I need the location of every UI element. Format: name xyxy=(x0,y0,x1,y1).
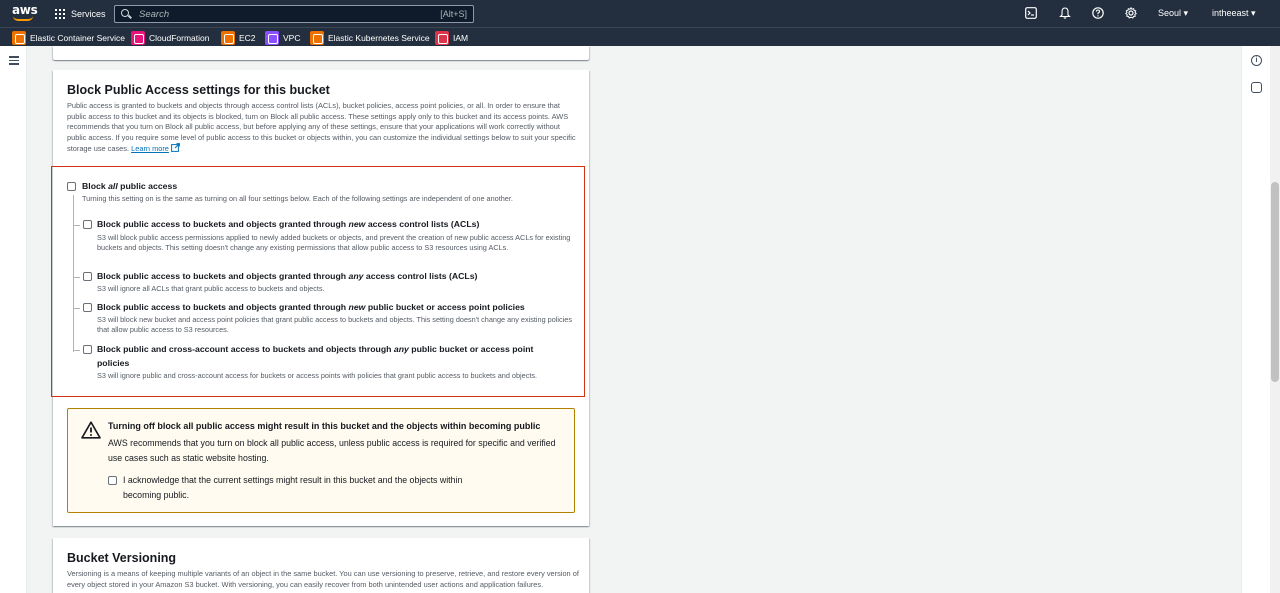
block-all-label: Block all public access xyxy=(82,179,177,193)
section-title: Block Public Access settings for this bu… xyxy=(67,83,330,97)
search-bar[interactable]: [Alt+S] xyxy=(114,5,474,23)
external-link-icon xyxy=(171,143,180,153)
block-all-description: Turning this setting on is the same as t… xyxy=(82,194,513,203)
block-new-policies-description: S3 will block new bucket and access poin… xyxy=(97,315,573,335)
section-description: Public access is granted to buckets and … xyxy=(67,101,577,155)
favorite-label: EC2 xyxy=(239,32,256,43)
favorites-bar: Elastic Container Service CloudFormation… xyxy=(0,27,1280,46)
ec2-icon xyxy=(221,30,235,45)
account-menu[interactable]: intheeast ▾ xyxy=(1212,8,1256,19)
block-any-acls-description: S3 will ignore all ACLs that grant publi… xyxy=(97,284,325,293)
learn-more-link[interactable]: Learn more xyxy=(131,144,169,153)
cloudformation-icon xyxy=(131,30,145,45)
favorite-label: Elastic Kubernetes Service xyxy=(328,32,430,43)
search-shortcut: [Alt+S] xyxy=(440,9,467,19)
warning-title: Turning off block all public access migh… xyxy=(108,421,541,431)
aws-logo[interactable]: aws xyxy=(12,3,38,24)
favorite-label: Elastic Container Service xyxy=(30,32,125,43)
option-title-post: public bucket or access point policies xyxy=(365,302,525,312)
block-new-acls-label: Block public access to buckets and objec… xyxy=(97,217,577,231)
favorite-vpc[interactable]: VPC xyxy=(265,30,300,45)
option-title-em: any xyxy=(393,344,409,354)
option-title-em: new xyxy=(348,302,366,312)
favorite-iam[interactable]: IAM xyxy=(435,30,468,45)
ecs-icon xyxy=(12,30,26,45)
favorite-cloudformation[interactable]: CloudFormation xyxy=(131,30,209,45)
learn-more-label: Learn more xyxy=(131,144,169,154)
acknowledge-label: I acknowledge that the current settings … xyxy=(123,475,463,500)
warning-icon xyxy=(81,421,101,439)
tree-branch xyxy=(73,277,80,278)
block-all-label-post: public access xyxy=(117,181,178,191)
eks-icon xyxy=(310,30,324,45)
block-cross-account-description: S3 will ignore public and cross-account … xyxy=(97,371,538,380)
block-cross-account-label: Block public and cross-account access to… xyxy=(97,342,567,370)
block-all-label-pre: Block xyxy=(82,181,109,191)
block-any-acls-label: Block public access to buckets and objec… xyxy=(97,269,577,283)
block-any-acls-checkbox[interactable] xyxy=(83,272,92,281)
aws-smile-icon xyxy=(13,16,33,21)
bell-icon[interactable] xyxy=(1058,7,1072,21)
search-icon xyxy=(121,9,131,19)
block-new-acls-description: S3 will block public access permissions … xyxy=(97,233,571,253)
help-icon[interactable] xyxy=(1091,7,1105,21)
option-title-post: access control lists (ACLs) xyxy=(363,271,478,281)
previous-section-card xyxy=(53,46,589,60)
option-title-em: new xyxy=(348,219,366,229)
block-new-acls-checkbox[interactable] xyxy=(83,220,92,229)
vpc-icon xyxy=(265,30,279,45)
grid-icon xyxy=(55,9,65,19)
block-all-label-em: all xyxy=(108,181,118,191)
services-menu-button[interactable]: Services xyxy=(55,6,106,22)
favorite-label: CloudFormation xyxy=(149,32,210,43)
favorite-elastic-kubernetes-service[interactable]: Elastic Kubernetes Service xyxy=(310,30,430,45)
block-new-policies-label: Block public access to buckets and objec… xyxy=(97,300,577,314)
tree-branch xyxy=(73,225,80,226)
tree-connector xyxy=(73,195,74,352)
acknowledge-checkbox[interactable] xyxy=(108,476,117,485)
favorite-elastic-container-service[interactable]: Elastic Container Service xyxy=(12,30,125,45)
option-title-pre: Block public access to buckets and objec… xyxy=(97,219,349,229)
favorite-ec2[interactable]: EC2 xyxy=(221,30,256,45)
option-title-pre: Block public and cross-account access to… xyxy=(97,344,394,354)
bucket-versioning-card: Bucket Versioning Versioning is a means … xyxy=(53,538,589,593)
option-title-pre: Block public access to buckets and objec… xyxy=(97,271,349,281)
page-scrollbar[interactable] xyxy=(1270,46,1280,593)
option-title-pre: Block public access to buckets and objec… xyxy=(97,302,349,312)
block-cross-account-checkbox[interactable] xyxy=(83,345,92,354)
tree-branch xyxy=(73,308,80,309)
top-navigation-bar: aws Services [Alt+S] Seoul ▾ intheeast ▾ xyxy=(0,0,1280,27)
option-title-em: any xyxy=(348,271,364,281)
scrollbar-thumb[interactable] xyxy=(1271,182,1279,382)
tree-branch xyxy=(73,350,80,351)
favorite-label: VPC xyxy=(283,32,301,43)
iam-icon xyxy=(435,30,449,45)
hamburger-menu-icon[interactable] xyxy=(9,56,19,65)
warning-alert: Turning off block all public access migh… xyxy=(67,408,575,513)
terminal-icon[interactable] xyxy=(1024,7,1038,21)
aws-logo-text: aws xyxy=(12,3,38,17)
block-new-policies-checkbox[interactable] xyxy=(83,303,92,312)
gear-icon[interactable] xyxy=(1124,6,1138,21)
right-tools-rail: i xyxy=(1241,46,1270,593)
settings-hex-icon[interactable] xyxy=(1251,82,1262,93)
favorite-label: IAM xyxy=(453,32,469,43)
region-selector[interactable]: Seoul ▾ xyxy=(1158,8,1188,19)
block-all-checkbox[interactable] xyxy=(67,182,76,191)
services-label: Services xyxy=(71,9,106,19)
versioning-description: Versioning is a means of keeping multipl… xyxy=(67,569,579,589)
option-title-post: access control lists (ACLs) xyxy=(365,219,480,229)
search-input[interactable] xyxy=(139,8,419,20)
versioning-title: Bucket Versioning xyxy=(67,551,177,565)
left-navigation-rail xyxy=(0,46,27,593)
info-icon[interactable]: i xyxy=(1251,55,1262,66)
warning-text: AWS recommends that you turn on block al… xyxy=(108,438,556,463)
